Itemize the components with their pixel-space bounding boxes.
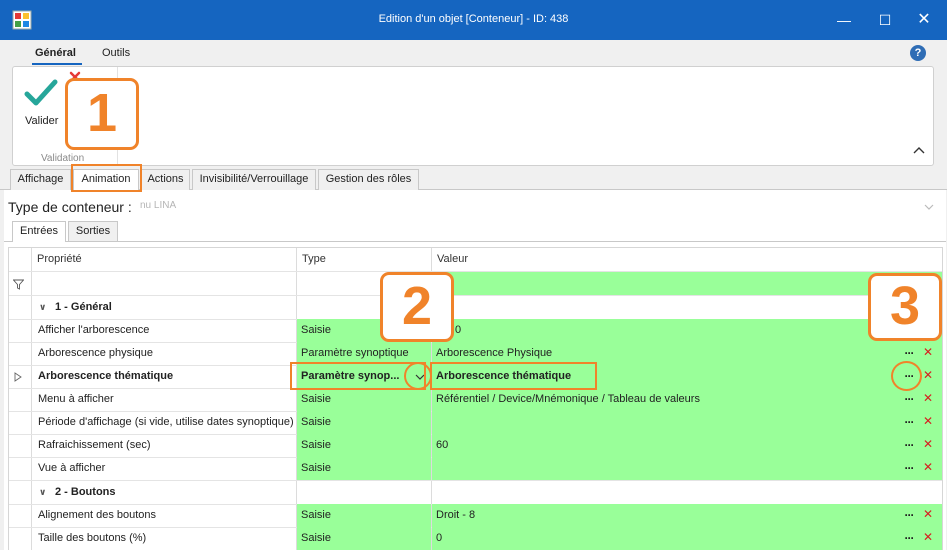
- group-label: 1 - Général: [55, 301, 112, 313]
- property-cell: Arborescence thématique: [38, 370, 174, 382]
- tab-actions[interactable]: Actions: [141, 169, 190, 190]
- value-cell[interactable]: ... - 0: [432, 319, 942, 342]
- type-cell[interactable]: Saisie: [297, 434, 431, 457]
- sub-tabs-baseline: [4, 241, 946, 242]
- tab-invisibilite-verrouillage[interactable]: Invisibilité/Verrouillage: [192, 169, 316, 190]
- active-ribbon-tab-underline: [32, 63, 82, 65]
- annotation-callout: 1: [65, 78, 139, 150]
- main-tabs: Affichage Animation Actions Invisibilité…: [0, 168, 947, 191]
- dropdown-highlight: [404, 362, 432, 390]
- property-cell: Menu à afficher: [38, 393, 114, 405]
- minimize-button[interactable]: —: [832, 8, 856, 32]
- property-cell: Rafraichissement (sec): [38, 439, 151, 451]
- value-cell[interactable]: Référentiel / Device/Mnémonique / Tablea…: [432, 388, 942, 411]
- type-cell[interactable]: Saisie: [297, 504, 431, 527]
- properties-grid: Propriété Type Valeur ∨ 1 - Général Affic…: [8, 247, 943, 550]
- delete-icon[interactable]: ✕: [922, 531, 934, 544]
- ellipsis-icon[interactable]: ···: [902, 347, 916, 359]
- chevron-down-icon[interactable]: [924, 203, 934, 211]
- value-cell[interactable]: [432, 457, 942, 480]
- collapse-ribbon-icon[interactable]: [913, 145, 925, 155]
- annotation-number: 1: [86, 83, 118, 143]
- property-cell: Afficher l'arborescence: [38, 324, 150, 336]
- close-button[interactable]: ✕: [912, 8, 936, 32]
- property-cell: Arborescence physique: [38, 347, 153, 359]
- ellipsis-icon[interactable]: ···: [902, 509, 916, 521]
- tab-gestion-des-roles[interactable]: Gestion des rôles: [318, 169, 419, 190]
- delete-icon[interactable]: ✕: [922, 392, 934, 405]
- group-header-general[interactable]: ∨ 1 - Général: [35, 296, 435, 319]
- type-conteneur-label: Type de conteneur :: [8, 199, 132, 215]
- delete-icon[interactable]: ✕: [922, 415, 934, 428]
- ellipsis-icon[interactable]: ···: [902, 416, 916, 428]
- title-bar: Edition d'un objet [Conteneur] - ID: 438…: [0, 0, 947, 40]
- ribbon-panel: Valider Validation: [12, 66, 934, 166]
- chevron-down-icon: ∨: [39, 302, 47, 312]
- value-cell[interactable]: Droit - 8: [432, 504, 942, 527]
- delete-icon[interactable]: ✕: [922, 508, 934, 521]
- ellipsis-icon[interactable]: ···: [902, 532, 916, 544]
- ribbon-tabs: Général Outils: [0, 40, 947, 66]
- valider-label: Valider: [25, 115, 59, 127]
- type-cell[interactable]: Saisie: [297, 527, 431, 550]
- annotation-number: 3: [889, 276, 921, 336]
- property-cell: Vue à afficher: [38, 462, 106, 474]
- group-header-boutons[interactable]: ∨ 2 - Boutons: [35, 481, 435, 504]
- column-header-valeur[interactable]: Valeur: [433, 248, 942, 271]
- type-cell[interactable]: Saisie: [297, 411, 431, 434]
- column-header-propriete[interactable]: Propriété: [33, 248, 295, 271]
- ellipsis-icon[interactable]: ···: [902, 462, 916, 474]
- delete-icon[interactable]: ✕: [922, 346, 934, 359]
- validation-group-label: Validation: [41, 153, 85, 164]
- animation-tab-highlight: [71, 164, 142, 192]
- tab-entrees[interactable]: Entrées: [12, 221, 66, 242]
- window-title: Edition d'un objet [Conteneur] - ID: 438: [378, 13, 569, 25]
- property-cell: Taille des boutons (%): [38, 532, 147, 544]
- type-cell[interactable]: Saisie: [297, 457, 431, 480]
- check-icon: [24, 79, 58, 106]
- delete-icon[interactable]: ✕: [922, 438, 934, 451]
- filter-cell-valeur[interactable]: [432, 272, 942, 295]
- chevron-down-icon: ∨: [39, 487, 47, 497]
- property-cell: Alignement des boutons: [38, 509, 157, 521]
- value-cell-highlight: [430, 362, 597, 390]
- annotation-number: 2: [401, 276, 433, 336]
- ellipsis-icon[interactable]: ···: [902, 393, 916, 405]
- current-row-pointer-icon: [14, 372, 22, 382]
- column-header-type[interactable]: Type: [298, 248, 430, 271]
- help-icon[interactable]: ?: [910, 45, 926, 61]
- filter-icon[interactable]: [13, 279, 24, 290]
- filter-cell-propriete[interactable]: [32, 272, 296, 295]
- delete-icon[interactable]: ✕: [922, 369, 934, 382]
- annotation-callout: 3: [868, 273, 942, 341]
- type-conteneur-value[interactable]: nu LINA: [140, 200, 176, 211]
- property-cell: Période d'affichage (si vide, utilise da…: [38, 416, 294, 428]
- value-cell[interactable]: 0: [432, 527, 942, 550]
- tab-sorties[interactable]: Sorties: [68, 221, 118, 241]
- group-label: 2 - Boutons: [55, 486, 116, 498]
- tab-affichage[interactable]: Affichage: [10, 169, 71, 190]
- annotation-callout: 2: [380, 272, 454, 342]
- ellipsis-icon[interactable]: ···: [902, 439, 916, 451]
- delete-icon[interactable]: ✕: [922, 461, 934, 474]
- value-cell[interactable]: [432, 411, 942, 434]
- ellipsis-highlight: [891, 361, 922, 391]
- type-cell[interactable]: Saisie: [297, 388, 431, 411]
- value-cell[interactable]: 60: [432, 434, 942, 457]
- ribbon-tab-outils[interactable]: Outils: [102, 47, 130, 59]
- maximize-button[interactable]: ☐: [873, 8, 897, 32]
- ribbon-tab-general[interactable]: Général: [35, 47, 76, 59]
